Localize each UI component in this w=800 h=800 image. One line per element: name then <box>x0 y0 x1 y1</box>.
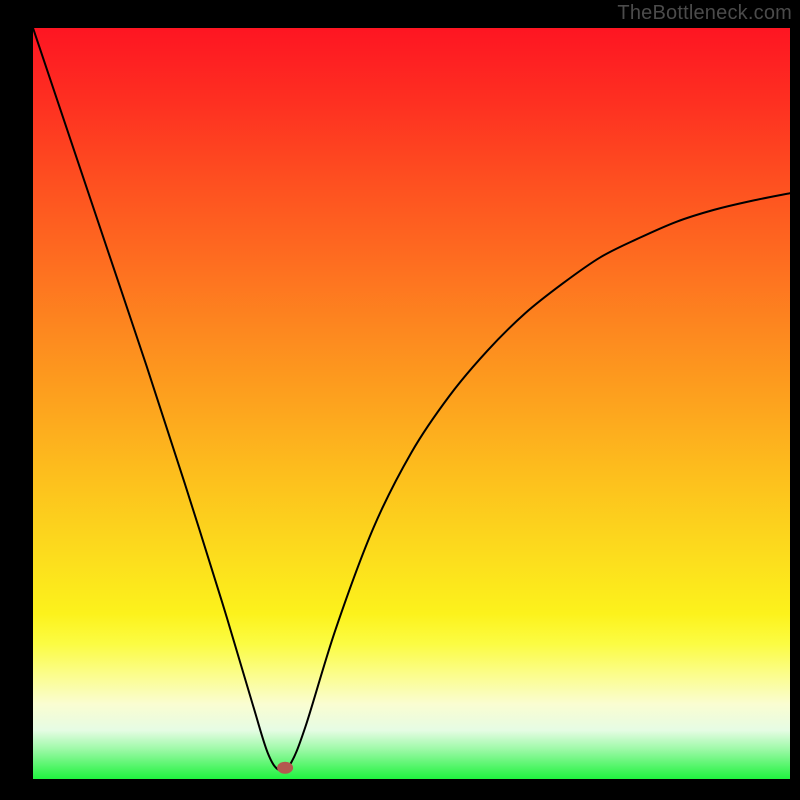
optimum-marker <box>277 762 293 774</box>
plot-svg <box>33 28 790 779</box>
chart-frame: TheBottleneck.com <box>0 0 800 800</box>
watermark-text: TheBottleneck.com <box>617 2 792 25</box>
plot-area <box>33 28 790 779</box>
gradient-background <box>33 28 790 779</box>
